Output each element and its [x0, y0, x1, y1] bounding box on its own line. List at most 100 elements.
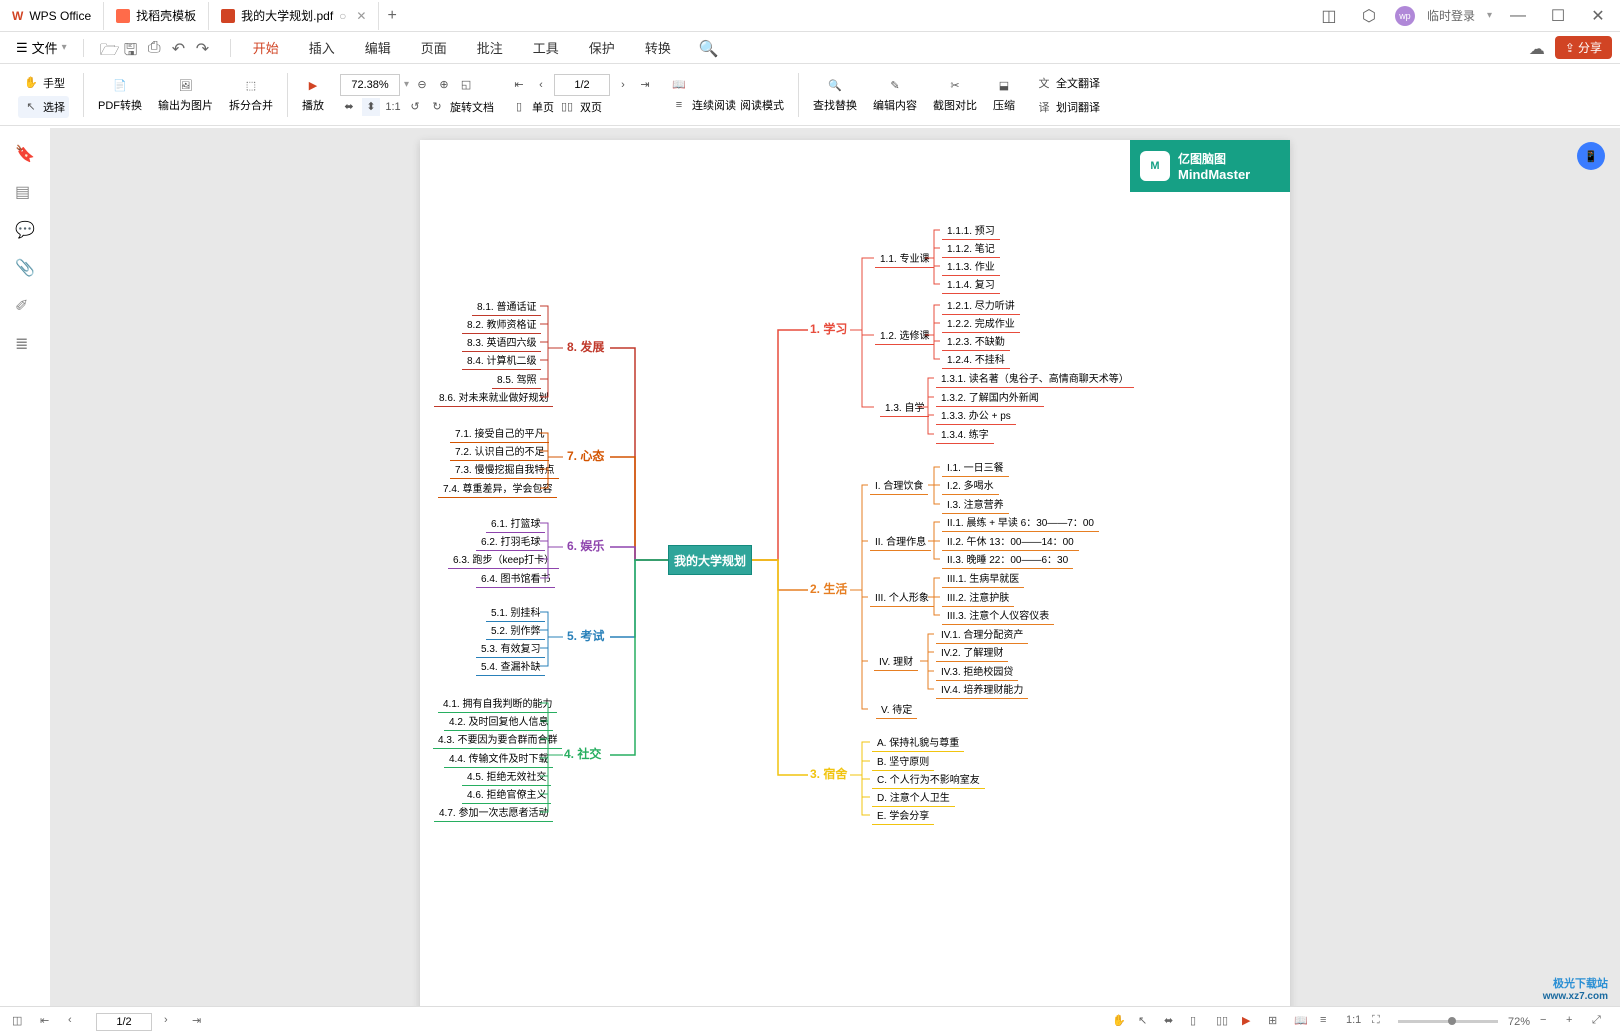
- play-icon[interactable]: ▶: [1242, 1014, 1258, 1030]
- page-input[interactable]: [554, 74, 610, 96]
- zoom-input[interactable]: [340, 74, 400, 96]
- compress-button[interactable]: ⬓压缩: [987, 75, 1021, 115]
- split-merge-button[interactable]: ⬚拆分合并: [223, 75, 279, 115]
- status-page-input[interactable]: [96, 1013, 152, 1031]
- search-icon[interactable]: 🔍: [699, 39, 717, 57]
- node: 1.2.2. 完成作业: [942, 313, 1020, 333]
- find-replace-button[interactable]: 🔍查找替换: [807, 75, 863, 115]
- rotate-left-icon[interactable]: ↺: [406, 98, 424, 116]
- attachment-icon[interactable]: 📎: [15, 258, 35, 278]
- fit-icon[interactable]: ◱: [457, 76, 475, 94]
- actual-size-icon[interactable]: 1:1: [1346, 1014, 1362, 1030]
- menu-tools[interactable]: 工具: [519, 38, 573, 57]
- continuous-icon[interactable]: ≡: [1320, 1014, 1336, 1030]
- last-page-icon[interactable]: ⇥: [192, 1014, 208, 1030]
- menu-start[interactable]: 开始: [239, 38, 293, 57]
- hand-tool-button[interactable]: ✋手型: [18, 72, 69, 94]
- menu-edit[interactable]: 编辑: [351, 38, 405, 57]
- branch-3: 3. 宿舍: [810, 765, 847, 782]
- cursor-icon[interactable]: ↖: [1138, 1014, 1154, 1030]
- zoom-in-icon[interactable]: +: [1566, 1014, 1582, 1030]
- last-page-icon[interactable]: ⇥: [636, 76, 654, 94]
- rotate-right-icon[interactable]: ↻: [428, 98, 446, 116]
- save-icon[interactable]: 🖫: [124, 39, 142, 57]
- layout-icon[interactable]: ◫: [1315, 2, 1343, 30]
- edit-content-button[interactable]: ✎编辑内容: [867, 75, 923, 115]
- read-mode-label[interactable]: 阅读模式: [740, 97, 784, 113]
- share-button[interactable]: ⇪ 分享: [1555, 36, 1612, 59]
- select-tool-button[interactable]: ↖选择: [18, 96, 69, 118]
- maximize-button[interactable]: ☐: [1544, 2, 1572, 30]
- prev-page-icon[interactable]: ‹: [68, 1014, 84, 1030]
- continuous-icon[interactable]: ≡: [670, 96, 688, 114]
- tab-templates[interactable]: 找稻壳模板: [104, 2, 209, 30]
- bookmark-icon[interactable]: 🔖: [15, 144, 35, 164]
- file-menu[interactable]: ☰ 文件 ▾: [8, 38, 75, 57]
- single-page-icon[interactable]: ▯: [1190, 1014, 1206, 1030]
- new-tab-button[interactable]: +: [379, 7, 404, 25]
- close-button[interactable]: ✕: [1584, 2, 1612, 30]
- rotate-label[interactable]: 旋转文档: [450, 99, 494, 115]
- next-page-icon[interactable]: ›: [164, 1014, 180, 1030]
- float-action-button[interactable]: 📱: [1577, 142, 1605, 170]
- menu-page[interactable]: 页面: [407, 38, 461, 57]
- login-label[interactable]: 临时登录: [1427, 7, 1475, 24]
- hand-icon[interactable]: ✋: [1112, 1014, 1128, 1030]
- undo-icon[interactable]: ↶: [172, 39, 190, 57]
- minimize-button[interactable]: —: [1504, 2, 1532, 30]
- book-icon[interactable]: 📖: [670, 76, 688, 94]
- avatar[interactable]: wp: [1395, 6, 1415, 26]
- prev-page-icon[interactable]: ‹: [532, 76, 550, 94]
- thumbnail-icon[interactable]: ▤: [15, 182, 35, 202]
- redo-icon[interactable]: ↷: [196, 39, 214, 57]
- single-page-icon[interactable]: ▯: [510, 98, 528, 116]
- signature-icon[interactable]: ✐: [15, 296, 35, 316]
- menu-insert[interactable]: 插入: [295, 38, 349, 57]
- next-page-icon[interactable]: ›: [614, 76, 632, 94]
- pdf-convert-button[interactable]: 📄PDF转换: [92, 75, 148, 115]
- print-icon[interactable]: ⎙: [148, 39, 166, 57]
- full-translate-button[interactable]: 文全文翻译: [1031, 72, 1104, 94]
- canvas-area[interactable]: M 亿图脑图 MindMaster 我的大学规划 1. 学习 2. 生活 3. …: [50, 128, 1620, 1006]
- tab-active-pdf[interactable]: 我的大学规划.pdf ○ ✕: [209, 2, 379, 30]
- node: 5.3. 有效复习: [476, 638, 545, 658]
- fit-width-icon[interactable]: ⬌: [340, 98, 358, 116]
- tab-label: 找稻壳模板: [136, 7, 196, 24]
- zoom-in-icon[interactable]: ⊕: [435, 76, 453, 94]
- fullscreen-icon[interactable]: ⛶: [1372, 1014, 1388, 1030]
- grid-icon[interactable]: ⊞: [1268, 1014, 1284, 1030]
- menu-protect[interactable]: 保护: [575, 38, 629, 57]
- zoom-out-icon[interactable]: −: [1540, 1014, 1556, 1030]
- double-page-icon[interactable]: ▯▯: [1216, 1014, 1232, 1030]
- node: IV.4. 培养理财能力: [936, 679, 1028, 699]
- cube-icon[interactable]: ⬡: [1355, 2, 1383, 30]
- double-page-icon[interactable]: ▯▯: [558, 98, 576, 116]
- cloud-icon[interactable]: ☁: [1529, 39, 1547, 57]
- close-icon[interactable]: ✕: [356, 9, 366, 23]
- menu-annotate[interactable]: 批注: [463, 38, 517, 57]
- single-page-label[interactable]: 单页: [532, 99, 554, 115]
- node: 1.1.2. 笔记: [942, 238, 1000, 258]
- continuous-label[interactable]: 连续阅读: [692, 97, 736, 113]
- fit-width-icon[interactable]: ⬌: [1164, 1014, 1180, 1030]
- actual-size-icon[interactable]: 1:1: [384, 98, 402, 116]
- open-icon[interactable]: 🗁: [100, 39, 118, 57]
- first-page-icon[interactable]: ⇤: [510, 76, 528, 94]
- play-button[interactable]: ▶播放: [296, 75, 330, 115]
- tab-wps-office[interactable]: W WPS Office: [0, 2, 104, 30]
- zoom-out-icon[interactable]: ⊖: [413, 76, 431, 94]
- first-page-icon[interactable]: ⇤: [40, 1014, 56, 1030]
- node: I.2. 多喝水: [942, 475, 999, 495]
- screenshot-compare-button[interactable]: ✂截图对比: [927, 75, 983, 115]
- word-translate-button[interactable]: 译划词翻译: [1031, 96, 1104, 118]
- export-image-button[interactable]: 🖼输出为图片: [152, 75, 219, 115]
- fit-height-icon[interactable]: ⬍: [362, 98, 380, 116]
- double-page-label[interactable]: 双页: [580, 99, 602, 115]
- book-icon[interactable]: 📖: [1294, 1014, 1310, 1030]
- zoom-slider[interactable]: [1398, 1020, 1498, 1023]
- menu-convert[interactable]: 转换: [631, 38, 685, 57]
- sidebar-toggle-icon[interactable]: ◫: [12, 1014, 28, 1030]
- expand-icon[interactable]: ⤢: [1592, 1014, 1608, 1030]
- comment-icon[interactable]: 💬: [15, 220, 35, 240]
- layers-icon[interactable]: ≣: [15, 334, 35, 354]
